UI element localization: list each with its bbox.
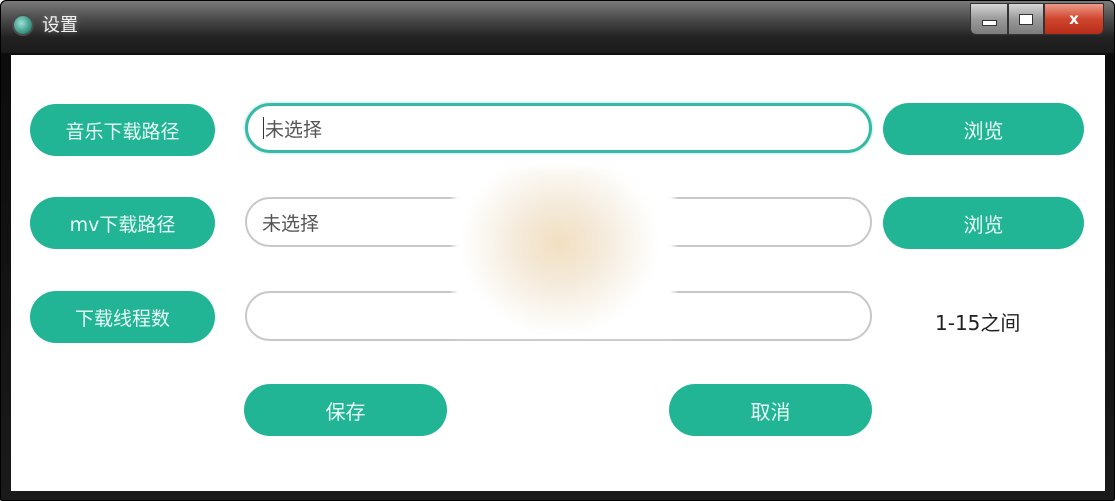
music-path-browse-button[interactable]: 浏览 (883, 103, 1084, 155)
music-path-input[interactable]: 未选择 (245, 103, 872, 153)
window-title: 设置 (42, 15, 78, 36)
maximize-button[interactable] (1008, 3, 1044, 35)
settings-window: 设置 x 音乐下载路径 未选择 浏览 mv下载路径 未选择 浏览 下载线程数 1… (0, 0, 1115, 501)
minimize-button[interactable] (970, 3, 1008, 35)
window-controls: x (970, 3, 1104, 35)
minimize-icon (981, 20, 997, 26)
mv-path-label: mv下载路径 (30, 197, 215, 249)
title-bar[interactable]: 设置 x (1, 1, 1114, 53)
close-button[interactable]: x (1044, 3, 1104, 35)
settings-panel: 音乐下载路径 未选择 浏览 mv下载路径 未选择 浏览 下载线程数 1-15之间… (11, 55, 1105, 491)
save-button[interactable]: 保存 (244, 384, 447, 436)
thread-count-hint: 1-15之间 (935, 311, 1021, 335)
text-caret (263, 117, 264, 139)
close-icon: x (1069, 10, 1079, 28)
music-path-value: 未选择 (265, 118, 323, 141)
cancel-button[interactable]: 取消 (669, 384, 872, 436)
blurred-overlay (454, 168, 674, 336)
mv-path-browse-button[interactable]: 浏览 (883, 197, 1084, 249)
music-path-label: 音乐下载路径 (30, 104, 215, 156)
maximize-icon (1019, 13, 1033, 25)
thread-count-label: 下载线程数 (30, 291, 215, 343)
app-icon (14, 16, 32, 34)
mv-path-value: 未选择 (262, 212, 320, 235)
